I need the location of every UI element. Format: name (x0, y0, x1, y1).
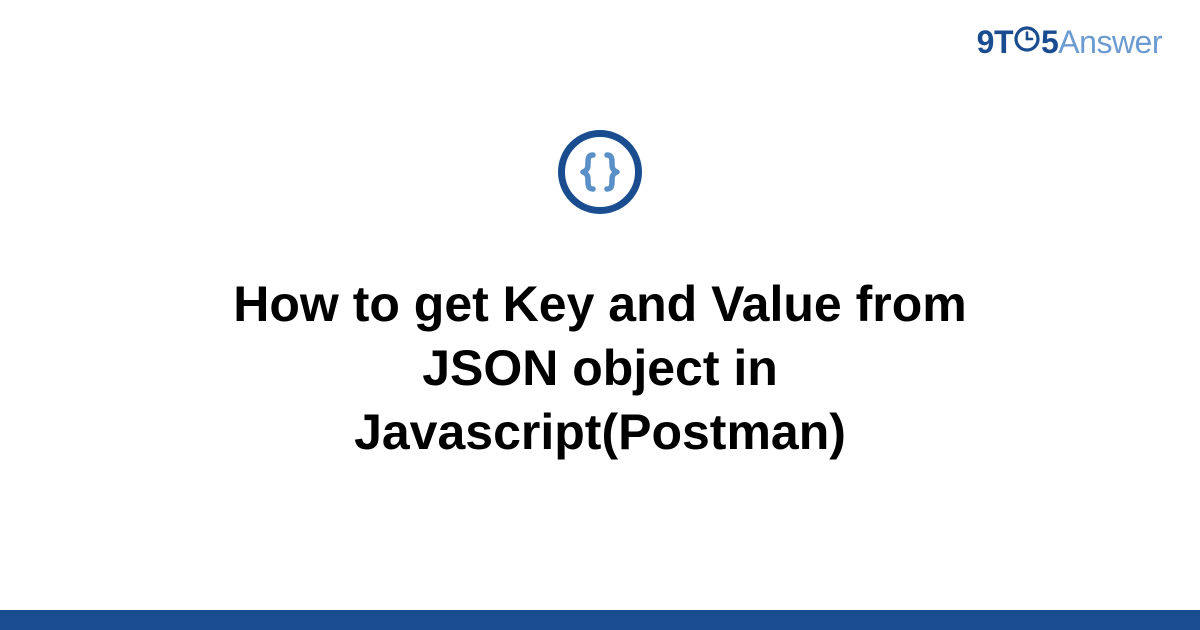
clock-icon (1013, 24, 1041, 61)
footer-bar (0, 610, 1200, 630)
brand-logo: 9T5Answer (977, 24, 1162, 63)
brand-nine: 9 (977, 24, 994, 60)
json-braces-icon (577, 149, 623, 195)
brand-five: 5 (1041, 24, 1058, 60)
content-wrap: How to get Key and Value from JSON objec… (0, 130, 1200, 464)
page-title: How to get Key and Value from JSON objec… (150, 272, 1050, 464)
brand-answer: Answer (1058, 24, 1162, 60)
brand-t: T (994, 24, 1013, 60)
topic-icon-circle (558, 130, 642, 214)
